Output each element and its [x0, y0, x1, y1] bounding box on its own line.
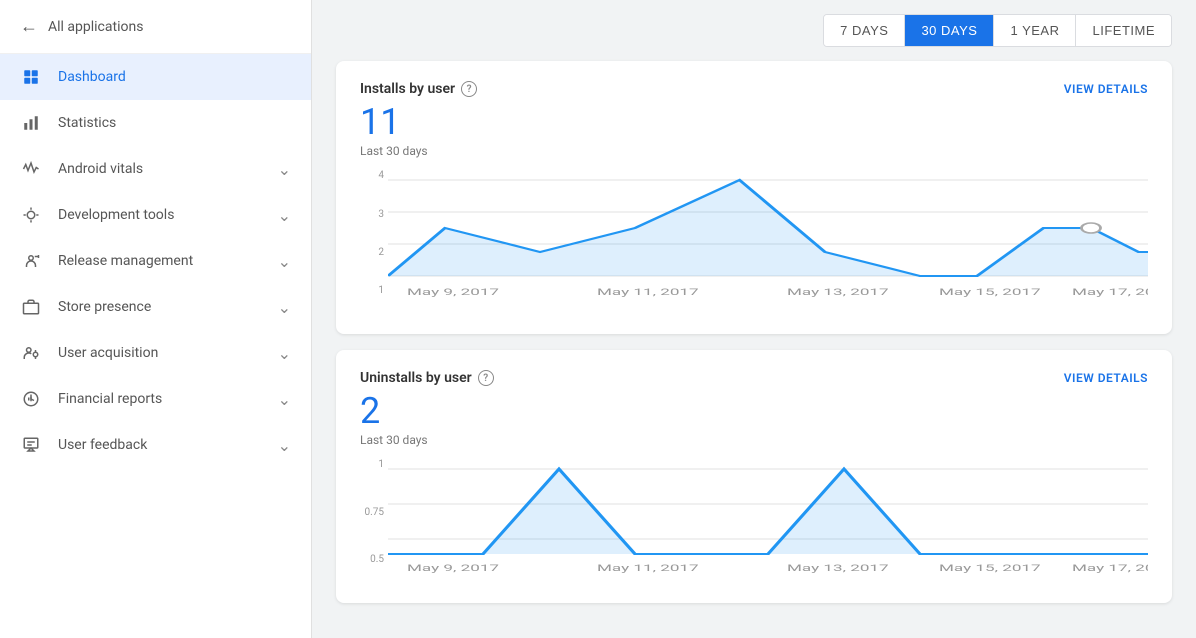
filter-30days[interactable]: 30 DAYS	[905, 15, 994, 46]
y-label: 2	[378, 247, 384, 258]
installs-card-header: Installs by user ? VIEW DETAILS	[360, 81, 1148, 97]
sidebar: ← All applications Dashboard Statistics	[0, 0, 312, 638]
svg-text:May 15, 2017: May 15, 2017	[939, 287, 1041, 298]
uninstalls-title-text: Uninstalls by user	[360, 370, 472, 386]
chevron-down-icon: ⌄	[278, 436, 291, 455]
installs-view-details[interactable]: VIEW DETAILS	[1064, 82, 1148, 96]
sidebar-item-development-tools[interactable]: Development tools ⌄	[0, 192, 311, 238]
sidebar-item-label: Development tools	[58, 207, 278, 223]
main-content: 7 DAYS 30 DAYS 1 YEAR LIFETIME Installs …	[312, 0, 1196, 638]
svg-text:May 11, 2017: May 11, 2017	[597, 287, 699, 298]
chevron-down-icon: ⌄	[278, 344, 291, 363]
release-icon	[20, 250, 42, 272]
back-label: All applications	[48, 19, 143, 35]
cards-container: Installs by user ? VIEW DETAILS 11 Last …	[312, 61, 1196, 627]
sidebar-item-user-feedback[interactable]: User feedback ⌄	[0, 422, 311, 468]
feedback-icon	[20, 434, 42, 456]
svg-text:May 13, 2017: May 13, 2017	[787, 287, 889, 298]
dev-tools-icon	[20, 204, 42, 226]
uninstalls-metric: 2	[360, 390, 1148, 433]
financial-icon	[20, 388, 42, 410]
android-vitals-icon	[20, 158, 42, 180]
back-button[interactable]: ← All applications	[0, 0, 311, 54]
y-label: 1	[378, 285, 384, 296]
installs-period: Last 30 days	[360, 144, 1148, 158]
chevron-down-icon: ⌄	[278, 390, 291, 409]
chevron-down-icon: ⌄	[278, 206, 291, 225]
chevron-down-icon: ⌄	[278, 160, 291, 179]
uninstalls-help-icon[interactable]: ?	[478, 370, 494, 386]
sidebar-item-user-acquisition[interactable]: User acquisition ⌄	[0, 330, 311, 376]
y-label: 1	[378, 459, 384, 470]
filter-lifetime[interactable]: LIFETIME	[1076, 15, 1171, 46]
sidebar-item-label: Dashboard	[58, 69, 291, 85]
filter-1year[interactable]: 1 YEAR	[994, 15, 1076, 46]
uninstalls-y-axis: 1 0.75 0.5	[360, 459, 384, 583]
uninstalls-card-header: Uninstalls by user ? VIEW DETAILS	[360, 370, 1148, 386]
y-label: 3	[378, 209, 384, 220]
dashboard-icon	[20, 66, 42, 88]
uninstalls-view-details[interactable]: VIEW DETAILS	[1064, 371, 1148, 385]
sidebar-item-label: Statistics	[58, 115, 291, 131]
svg-text:May 13, 2017: May 13, 2017	[787, 563, 889, 574]
time-filter-group: 7 DAYS 30 DAYS 1 YEAR LIFETIME	[823, 14, 1172, 47]
sidebar-item-label: Android vitals	[58, 161, 278, 177]
uninstalls-card-title: Uninstalls by user ?	[360, 370, 494, 386]
sidebar-item-label: Store presence	[58, 299, 278, 315]
installs-chart: May 9, 2017 May 11, 2017 May 13, 2017 Ma…	[388, 170, 1148, 314]
uninstalls-period: Last 30 days	[360, 433, 1148, 447]
sidebar-item-label: Financial reports	[58, 391, 278, 407]
back-arrow-icon: ←	[20, 16, 38, 37]
uninstalls-chart-wrapper: 1 0.75 0.5 May 9, 2017	[360, 459, 1148, 583]
sidebar-item-statistics[interactable]: Statistics	[0, 100, 311, 146]
y-label: 0.75	[365, 507, 385, 518]
statistics-icon	[20, 112, 42, 134]
y-label: 0.5	[370, 554, 384, 565]
uninstalls-card: Uninstalls by user ? VIEW DETAILS 2 Last…	[336, 350, 1172, 603]
svg-text:May 15, 2017: May 15, 2017	[939, 563, 1041, 574]
installs-title-text: Installs by user	[360, 81, 455, 97]
sidebar-item-label: User feedback	[58, 437, 278, 453]
installs-card-title: Installs by user ?	[360, 81, 477, 97]
sidebar-item-release-management[interactable]: Release management ⌄	[0, 238, 311, 284]
svg-text:May 11, 2017: May 11, 2017	[597, 563, 699, 574]
installs-help-icon[interactable]: ?	[461, 81, 477, 97]
svg-text:May 9, 2017: May 9, 2017	[407, 287, 499, 298]
store-icon	[20, 296, 42, 318]
filter-7days[interactable]: 7 DAYS	[824, 15, 905, 46]
sidebar-item-label: User acquisition	[58, 345, 278, 361]
svg-text:May 17, 2017: May 17, 2017	[1072, 287, 1148, 298]
svg-text:May 17, 2017: May 17, 2017	[1072, 563, 1148, 574]
topbar: 7 DAYS 30 DAYS 1 YEAR LIFETIME	[312, 0, 1196, 61]
installs-y-axis: 4 3 2 1	[360, 170, 384, 314]
user-acquisition-icon	[20, 342, 42, 364]
installs-card: Installs by user ? VIEW DETAILS 11 Last …	[336, 61, 1172, 334]
installs-chart-wrapper: 4 3 2 1	[360, 170, 1148, 314]
sidebar-item-android-vitals[interactable]: Android vitals ⌄	[0, 146, 311, 192]
sidebar-item-label: Release management	[58, 253, 278, 269]
sidebar-item-financial-reports[interactable]: Financial reports ⌄	[0, 376, 311, 422]
installs-metric: 11	[360, 101, 1148, 144]
uninstalls-chart: May 9, 2017 May 11, 2017 May 13, 2017 Ma…	[388, 459, 1148, 583]
svg-text:May 9, 2017: May 9, 2017	[407, 563, 499, 574]
chevron-down-icon: ⌄	[278, 298, 291, 317]
y-label: 4	[378, 170, 384, 181]
sidebar-item-dashboard[interactable]: Dashboard	[0, 54, 311, 100]
sidebar-item-store-presence[interactable]: Store presence ⌄	[0, 284, 311, 330]
chevron-down-icon: ⌄	[278, 252, 291, 271]
